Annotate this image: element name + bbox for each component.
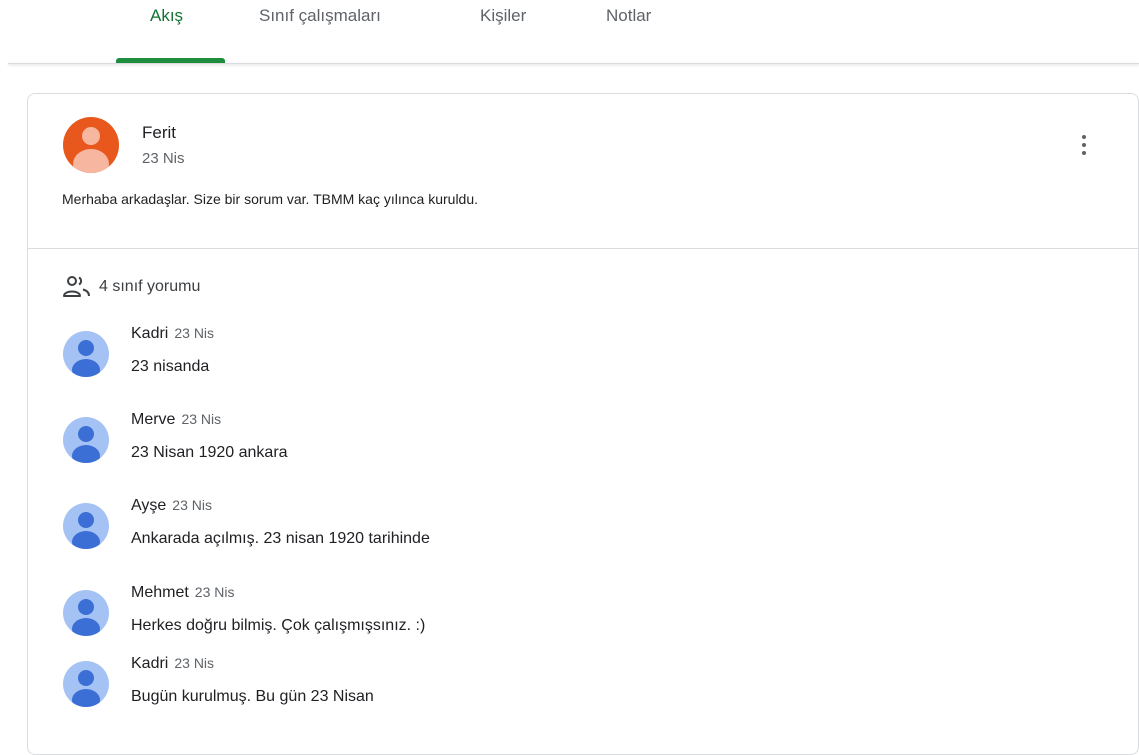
comment-text: Herkes doğru bilmiş. Çok çalışmışsınız. … — [131, 617, 426, 634]
comment-item: Mehmet 23 Nis Herkes doğru bilmiş. Çok ça… — [63, 584, 1123, 654]
comment-text: 23 Nisan 1920 ankara — [131, 444, 288, 461]
comment-item: Kadri 23 Nis 23 nisanda — [63, 325, 1123, 395]
comment-item: Ayşe 23 Nis Ankarada açılmış. 23 nisan 19… — [63, 497, 1123, 567]
post-date: 23 Nis — [142, 150, 185, 167]
post-text: Merhaba arkadaşlar. Size bir sorum var. … — [62, 191, 479, 207]
comment-author: Mehmet — [131, 584, 189, 601]
more-options-icon[interactable] — [1074, 132, 1094, 162]
author-avatar[interactable] — [63, 117, 119, 173]
tab-classwork[interactable]: Sınıf çalışmaları — [259, 6, 381, 26]
comment-author-line: Mehmet 23 Nis — [131, 584, 234, 602]
comment-author-line: Kadri 23 Nis — [131, 655, 214, 673]
comment-author-line: Kadri 23 Nis — [131, 325, 214, 343]
tab-stream[interactable]: Akış — [150, 6, 183, 26]
comment-item: Kadri 23 Nis Bugün kurulmuş. Bu gün 23 Ni… — [63, 655, 1123, 725]
class-comments-toggle[interactable]: 4 sınıf yorumu — [63, 274, 200, 300]
avatar-head — [82, 127, 100, 145]
comment-author-line: Ayşe 23 Nis — [131, 497, 212, 515]
tabs-divider — [8, 63, 1139, 64]
comment-date: 23 Nis — [172, 497, 212, 513]
comment-author: Kadri — [131, 325, 169, 342]
comment-item: Merve 23 Nis 23 Nisan 1920 ankara — [63, 411, 1123, 481]
comment-date: 23 Nis — [174, 325, 215, 341]
comment-text: 23 nisanda — [131, 358, 210, 375]
comment-text: Bugün kurulmuş. Bu gün 23 Nisan — [131, 688, 374, 705]
comment-author: Merve — [131, 411, 176, 428]
tab-people[interactable]: Kişiler — [480, 6, 526, 26]
post-card: Ferit 23 Nis Merhaba arkadaşlar. Size bi… — [27, 93, 1139, 755]
comment-author: Kadri — [131, 655, 169, 672]
commenter-avatar[interactable] — [63, 331, 109, 377]
commenter-avatar[interactable] — [63, 590, 109, 636]
comment-text: Ankarada açılmış. 23 nisan 1920 tarihind… — [131, 530, 430, 547]
commenter-avatar[interactable] — [63, 417, 109, 463]
comment-date: 23 Nis — [194, 584, 235, 600]
class-tabs: Akış Sınıf çalışmaları Kişiler Notlar — [0, 0, 1139, 64]
avatar-body — [73, 149, 109, 173]
comment-author: Ayşe — [131, 497, 167, 514]
commenter-avatar[interactable] — [63, 503, 109, 549]
comment-date: 23 Nis — [174, 655, 215, 671]
comment-date: 23 Nis — [181, 411, 222, 427]
people-icon — [63, 276, 90, 297]
comment-author-line: Merve 23 Nis — [131, 411, 221, 429]
post-divider — [28, 248, 1138, 249]
comments-count: 4 sınıf yorumu — [99, 278, 201, 295]
post-author: Ferit — [142, 123, 176, 142]
commenter-avatar[interactable] — [63, 661, 109, 707]
tab-grades[interactable]: Notlar — [606, 6, 651, 26]
